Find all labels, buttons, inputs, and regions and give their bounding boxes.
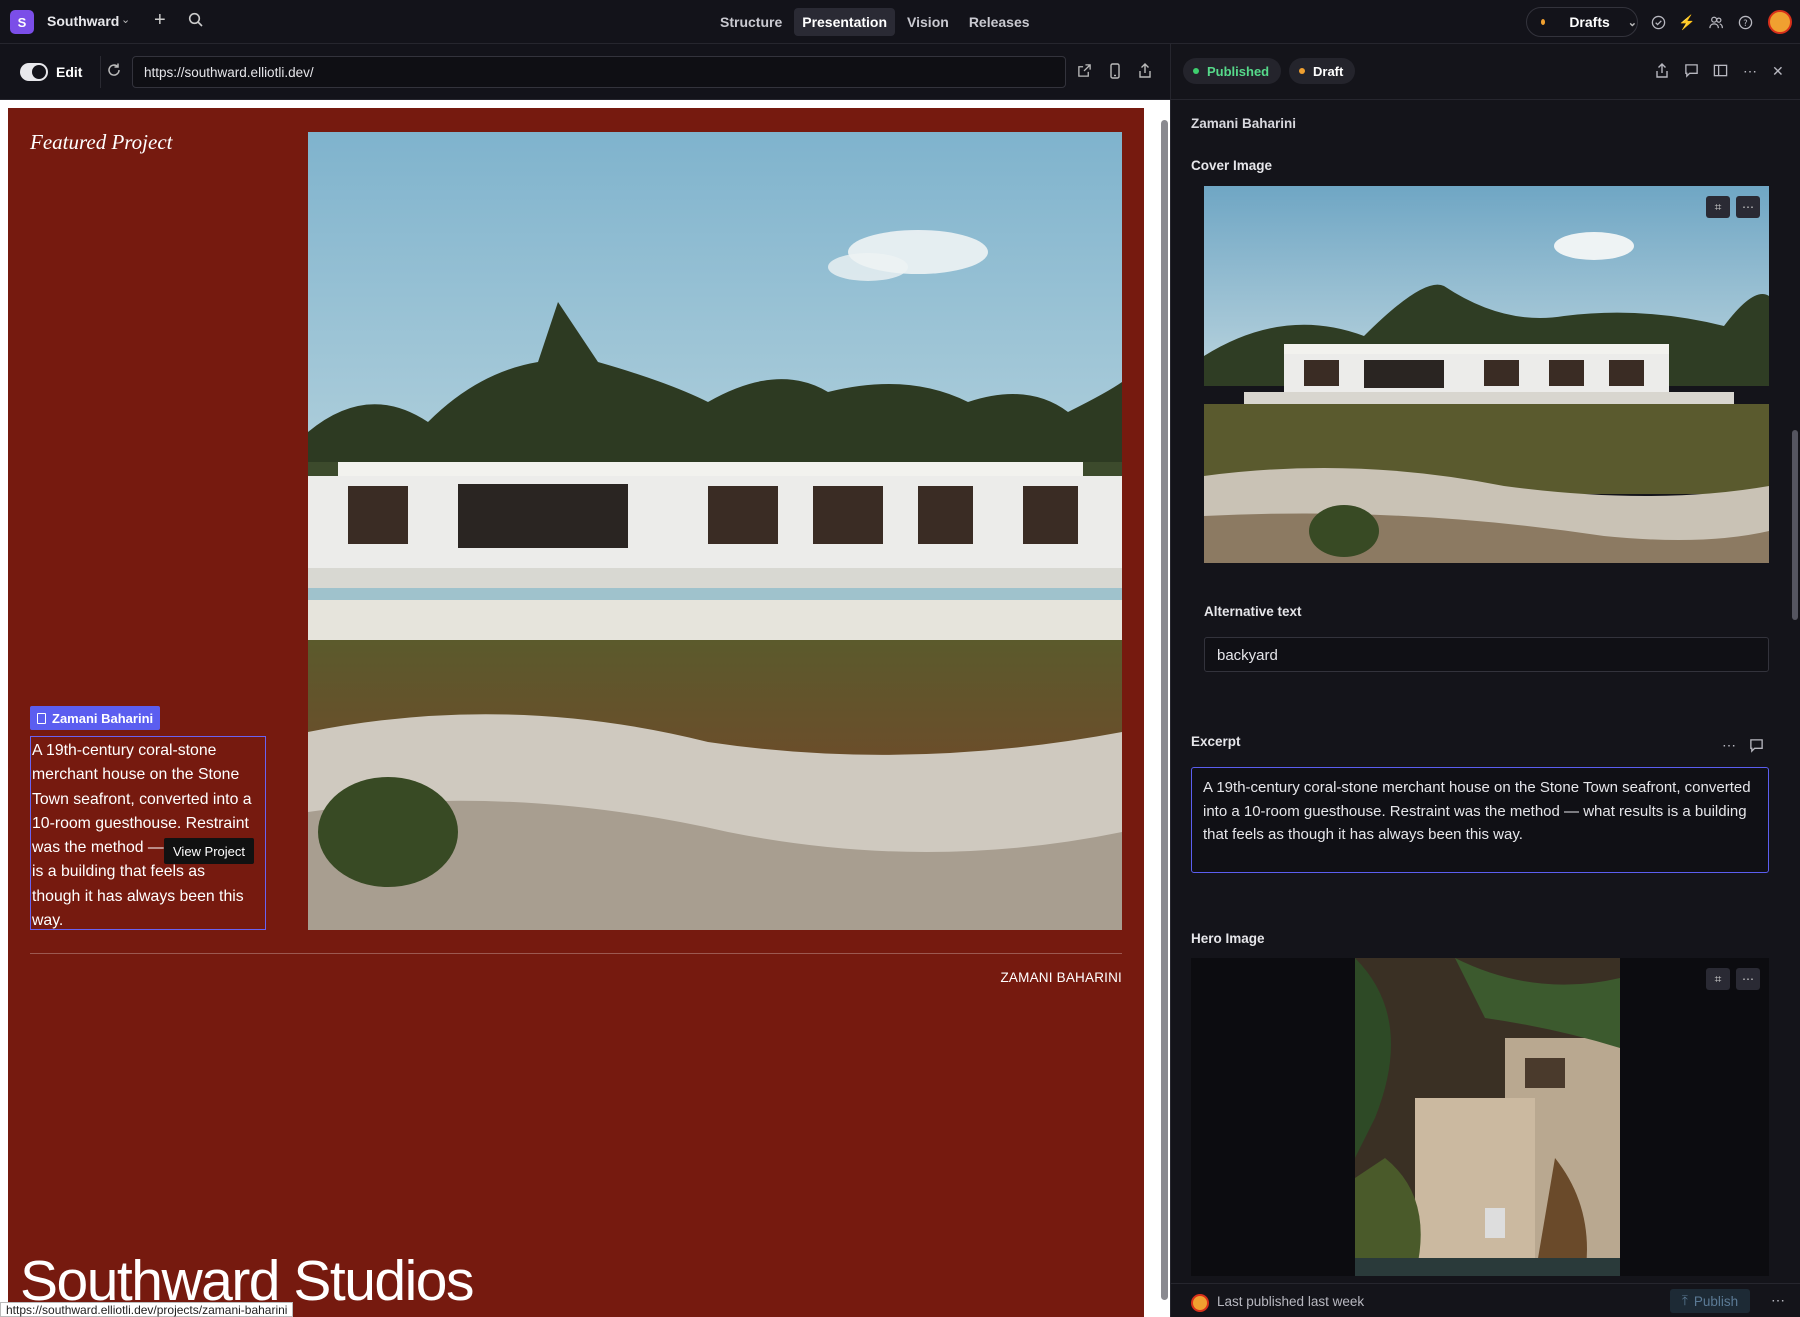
drafts-dropdown[interactable]: Drafts ⌄ [1526, 7, 1638, 37]
add-icon[interactable]: + [154, 9, 166, 32]
project-excerpt[interactable]: A 19th-century coral-stone merchant hous… [30, 736, 266, 930]
draft-label: Draft [1313, 63, 1344, 79]
edit-toggle[interactable] [20, 63, 48, 81]
divider [30, 953, 1122, 954]
crop-icon[interactable]: ⌗ [1706, 196, 1730, 218]
split-pane-icon[interactable] [1713, 63, 1728, 81]
preview-toolbar: Edit https://southward.elliotli.dev/ [0, 44, 1170, 100]
cover-image-label: Cover Image [1191, 158, 1273, 173]
bolt-icon[interactable]: ⚡ [1678, 13, 1696, 31]
alt-text-label: Alternative text [1204, 604, 1302, 619]
excerpt-line: A 19th-century coral-stone [32, 742, 217, 759]
user-avatar [1191, 1294, 1209, 1312]
excerpt-textarea[interactable]: A 19th-century coral-stone merchant hous… [1191, 767, 1769, 873]
tab-presentation[interactable]: Presentation [794, 8, 896, 36]
document-icon [37, 712, 46, 724]
published-status-dot [1193, 68, 1199, 74]
open-external-icon[interactable] [1077, 63, 1092, 81]
more-icon[interactable]: ⋯ [1722, 737, 1736, 754]
excerpt-line: though it has always been this [32, 887, 244, 905]
drafts-label: Drafts [1569, 14, 1610, 30]
status-url: https://southward.elliotli.dev/projects/… [0, 1302, 294, 1317]
panel-scrollbar-thumb[interactable] [1792, 430, 1798, 620]
alt-text-input[interactable]: backyard [1204, 637, 1769, 672]
more-icon[interactable]: ⋯ [1771, 1292, 1785, 1309]
draft-pill[interactable]: Draft [1289, 58, 1356, 84]
published-pill[interactable]: Published [1183, 58, 1282, 84]
edit-label: Edit [56, 64, 83, 80]
preview-canvas: Featured Project Zamani Baharini A 19th-… [8, 108, 1144, 1317]
project-credit: ZAMANI BAHARINI [1000, 970, 1122, 985]
workspace-logo[interactable]: S [10, 10, 34, 34]
featured-project-heading: Featured Project [30, 130, 173, 154]
excerpt-line: is a building that feels as [32, 863, 205, 881]
users-icon[interactable] [1707, 13, 1725, 31]
last-published-text: Last published last week [1217, 1294, 1365, 1309]
mobile-device-icon[interactable] [1109, 63, 1121, 82]
publish-label: Publish [1693, 1293, 1739, 1309]
excerpt-line: way. [32, 912, 64, 930]
close-icon[interactable]: ✕ [1772, 63, 1784, 80]
tab-vision[interactable]: Vision [899, 8, 957, 36]
document-footer: Last published last week ⤒ Publish ⋯ [1171, 1283, 1800, 1317]
comment-add-icon[interactable] [1749, 738, 1764, 758]
excerpt-line: Town seafront, converted into a [32, 790, 252, 808]
document-panel-header: Published Draft ⋯ ✕ [1171, 44, 1800, 100]
project-tag-label: Zamani Baharini [52, 710, 154, 726]
drafts-status-dot [1541, 19, 1546, 25]
svg-text:?: ? [1743, 17, 1747, 27]
crop-icon[interactable]: ⌗ [1706, 968, 1730, 990]
view-project-tooltip: View Project [164, 838, 255, 864]
document-title: Zamani Baharini [1191, 116, 1297, 131]
workspace-name[interactable]: Southward [47, 13, 119, 29]
divider [100, 56, 101, 88]
publish-icon: ⤒ [1681, 1293, 1688, 1308]
share-icon[interactable] [1655, 63, 1669, 82]
tool-tabs: Structure Presentation Vision Releases [712, 8, 1038, 36]
chevron-down-icon: ⌄ [1627, 16, 1637, 29]
more-icon[interactable]: ⋯ [1736, 968, 1760, 990]
tab-releases[interactable]: Releases [961, 8, 1038, 36]
excerpt-line: 10-room guesthouse. Restraint [32, 814, 249, 832]
hero-image-preview[interactable] [1355, 958, 1620, 1276]
preview-scrollbar-thumb[interactable] [1161, 120, 1168, 1300]
more-icon[interactable]: ⋯ [1743, 63, 1757, 80]
chevron-down-icon[interactable]: ⌄ [121, 13, 130, 26]
user-avatar[interactable] [1768, 10, 1792, 34]
check-circle-icon[interactable] [1649, 13, 1667, 31]
help-icon[interactable]: ? [1736, 13, 1754, 31]
share-icon[interactable] [1138, 63, 1152, 82]
refresh-icon[interactable] [106, 62, 122, 83]
published-label: Published [1207, 63, 1270, 79]
project-tag[interactable]: Zamani Baharini [30, 706, 161, 730]
cover-image-preview[interactable] [1204, 186, 1769, 563]
draft-status-dot [1299, 68, 1305, 74]
top-bar: S Southward ⌄ + Structure Presentation V… [0, 0, 1800, 44]
comment-icon[interactable] [1684, 63, 1699, 81]
tab-structure[interactable]: Structure [712, 8, 790, 36]
featured-project-image[interactable] [308, 132, 1122, 930]
excerpt-line: merchant house on the Stone [32, 766, 240, 784]
excerpt-label: Excerpt [1191, 734, 1241, 749]
search-icon[interactable] [188, 12, 204, 33]
publish-button[interactable]: ⤒ Publish [1670, 1289, 1750, 1313]
hero-image-label: Hero Image [1191, 931, 1265, 946]
url-input[interactable]: https://southward.elliotli.dev/ [132, 56, 1066, 88]
more-icon[interactable]: ⋯ [1736, 196, 1760, 218]
